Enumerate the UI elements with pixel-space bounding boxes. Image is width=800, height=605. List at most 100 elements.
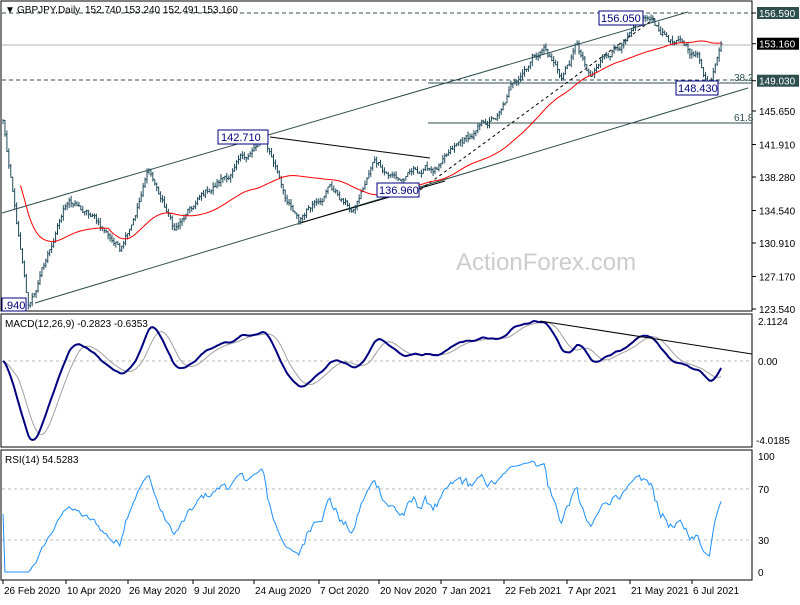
price-bar bbox=[529, 61, 532, 70]
price-bar bbox=[714, 63, 717, 74]
price-bar bbox=[428, 167, 431, 171]
macd-line bbox=[2, 319, 722, 442]
price-bar bbox=[323, 195, 326, 202]
price-bar bbox=[344, 198, 347, 206]
price-bar bbox=[424, 164, 427, 171]
price-bar bbox=[471, 133, 474, 140]
price-bar bbox=[123, 240, 126, 249]
label-low-123940: .940 bbox=[1, 297, 27, 312]
header-arrow-icon[interactable]: ▼ bbox=[5, 5, 15, 16]
price-bar bbox=[66, 201, 69, 210]
price-bar bbox=[716, 56, 719, 66]
price-bar bbox=[380, 159, 383, 168]
svg-text:156.050: 156.050 bbox=[601, 13, 641, 25]
price-bar bbox=[679, 35, 682, 43]
price-bar bbox=[703, 67, 706, 78]
price-bar bbox=[60, 214, 63, 223]
price-bar bbox=[675, 39, 678, 46]
price-bar bbox=[239, 153, 242, 162]
price-bar bbox=[504, 102, 507, 106]
macd-tick-min: -4.0185 bbox=[756, 436, 790, 447]
price-bar bbox=[490, 116, 493, 122]
price-bar bbox=[154, 179, 157, 186]
price-bar bbox=[236, 160, 239, 171]
price-bar bbox=[352, 208, 355, 213]
price-bar bbox=[39, 271, 42, 285]
price-bar bbox=[329, 183, 332, 188]
price-bar bbox=[401, 178, 404, 183]
price-bar bbox=[31, 292, 34, 307]
label-high-142710: 142.710 bbox=[217, 129, 269, 145]
price-bar bbox=[51, 242, 54, 254]
price-bar bbox=[436, 166, 439, 170]
price-bar bbox=[562, 72, 565, 81]
price-bar bbox=[469, 133, 472, 140]
price-bar bbox=[317, 198, 320, 205]
price-bar bbox=[113, 237, 116, 247]
macd-tick-max: 2.1124 bbox=[758, 317, 788, 328]
price-bar bbox=[578, 40, 581, 55]
price-bar bbox=[214, 182, 217, 188]
price-bar bbox=[33, 293, 36, 298]
price-bar bbox=[695, 50, 698, 58]
price-bar bbox=[136, 202, 139, 219]
price-bar bbox=[368, 170, 371, 179]
price-bar bbox=[520, 72, 523, 83]
price-bar bbox=[405, 175, 408, 181]
price-bar bbox=[187, 208, 190, 216]
price-bar bbox=[27, 292, 30, 310]
price-bar bbox=[175, 222, 178, 231]
price-bar bbox=[533, 54, 536, 58]
price-bar bbox=[269, 148, 272, 155]
price-tick: 149.030 bbox=[759, 77, 796, 88]
price-bar bbox=[224, 175, 227, 181]
price-bar bbox=[584, 56, 587, 68]
price-bar bbox=[385, 171, 388, 174]
price-bar bbox=[319, 197, 322, 205]
symbol-label: GBPJPY,Daily bbox=[17, 5, 80, 16]
price-bar bbox=[479, 123, 482, 131]
macd-trend-line bbox=[539, 320, 753, 355]
date-tick: 21 May 2021 bbox=[631, 586, 689, 597]
price-bar bbox=[29, 302, 32, 308]
price-bar bbox=[549, 53, 552, 58]
price-bar bbox=[465, 135, 468, 143]
price-bar bbox=[90, 212, 93, 218]
price-bar bbox=[668, 34, 671, 43]
price-bar bbox=[498, 110, 501, 119]
price-bar bbox=[8, 148, 11, 169]
price-bar bbox=[84, 210, 87, 216]
macd-panel bbox=[0, 313, 753, 448]
price-bar bbox=[165, 203, 168, 213]
price-bar bbox=[646, 15, 649, 22]
price-bar bbox=[95, 213, 98, 225]
price-bar bbox=[162, 195, 165, 203]
price-bar bbox=[434, 166, 437, 175]
price-bar bbox=[230, 173, 233, 183]
price-bar bbox=[226, 172, 229, 183]
price-bar bbox=[453, 142, 456, 153]
price-bar bbox=[487, 120, 490, 129]
price-bar bbox=[691, 49, 694, 59]
price-bar bbox=[685, 43, 688, 47]
main-panel bbox=[0, 0, 753, 312]
price-bar bbox=[16, 202, 19, 225]
price-bar bbox=[237, 155, 240, 165]
price-bar bbox=[302, 214, 305, 222]
price-bar bbox=[339, 191, 342, 201]
price-bar bbox=[666, 32, 669, 38]
price-bar bbox=[527, 65, 530, 72]
price-bar bbox=[407, 172, 410, 177]
price-bar bbox=[160, 191, 163, 203]
price-bar bbox=[358, 194, 361, 204]
price-bar bbox=[510, 80, 513, 91]
price-bar bbox=[210, 189, 213, 195]
price-bar bbox=[109, 232, 112, 242]
label-low-148430: 148.430 bbox=[675, 80, 719, 96]
price-bar bbox=[93, 213, 96, 219]
macd-label: MACD(12,26,9) -0.2823 -0.6353 bbox=[5, 319, 148, 330]
price-bar bbox=[158, 186, 161, 195]
price-bar bbox=[473, 130, 476, 141]
date-tick: 6 Jul 2021 bbox=[693, 586, 740, 597]
price-bar bbox=[506, 94, 509, 104]
